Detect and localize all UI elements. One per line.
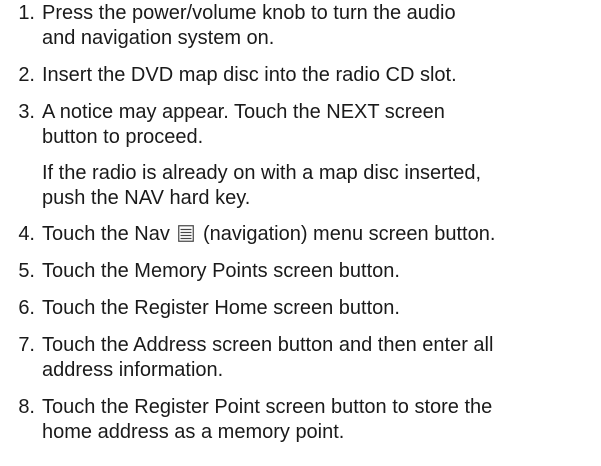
step-text-line: Touch the Address screen button and then… xyxy=(42,334,494,356)
step-8: 8. Touch the Register Point screen butto… xyxy=(0,395,601,445)
step-4: 4. Touch the Nav (navigation) menu scree… xyxy=(0,222,601,247)
step-number: 5. xyxy=(18,260,35,282)
step-3: 3. A notice may appear. Touch the NEXT s… xyxy=(0,100,601,150)
step-text: Touch the Nav (navigation) menu screen b… xyxy=(42,222,594,247)
note-text-line: If the radio is already on with a map di… xyxy=(42,162,482,184)
step-text: Touch the Address screen button and then… xyxy=(42,333,594,383)
step-text-line: address information. xyxy=(42,359,224,381)
navigation-menu-icon xyxy=(178,225,195,242)
step-1: 1. Press the power/volume knob to turn t… xyxy=(0,1,601,51)
step-text-line: Touch the Nav (navigation) menu screen b… xyxy=(42,222,594,247)
step-text-line: A notice may appear. Touch the NEXT scre… xyxy=(42,101,445,123)
step-text: Touch the Register Point screen button t… xyxy=(42,395,594,445)
step-text-line: Insert the DVD map disc into the radio C… xyxy=(42,64,457,86)
step-text: Press the power/volume knob to turn the … xyxy=(42,1,594,51)
step-text: Insert the DVD map disc into the radio C… xyxy=(42,63,594,88)
step-text: Touch the Register Home screen button. xyxy=(42,296,594,321)
step-text: A notice may appear. Touch the NEXT scre… xyxy=(42,100,594,150)
step-number: 2. xyxy=(18,64,35,86)
step-text-line: Touch the Register Point screen button t… xyxy=(42,396,493,418)
step-text-line: home address as a memory point. xyxy=(42,421,345,443)
step-number: 3. xyxy=(18,101,35,123)
step-text-line: Touch the Register Home screen button. xyxy=(42,297,400,319)
step-text-line: Press the power/volume knob to turn the … xyxy=(42,2,456,24)
step-7: 7. Touch the Address screen button and t… xyxy=(0,333,601,383)
step-number: 4. xyxy=(18,223,35,245)
step-number: 6. xyxy=(18,297,35,319)
step-text-line: and navigation system on. xyxy=(42,27,275,49)
step-text-before-icon: Touch the Nav xyxy=(42,223,170,245)
note-text-line: push the NAV hard key. xyxy=(42,187,251,209)
step-6: 6. Touch the Register Home screen button… xyxy=(0,296,601,321)
instruction-document: 1. Press the power/volume knob to turn t… xyxy=(0,0,601,466)
step-number: 7. xyxy=(18,334,35,356)
step-number: 1. xyxy=(18,2,35,24)
step-text: Touch the Memory Points screen button. xyxy=(42,259,594,284)
step-5: 5. Touch the Memory Points screen button… xyxy=(0,259,601,284)
step-text-line: Touch the Memory Points screen button. xyxy=(42,260,400,282)
step-text-line: button to proceed. xyxy=(42,126,204,148)
step-3-note: If the radio is already on with a map di… xyxy=(42,161,594,211)
step-text-after-icon: (navigation) menu screen button. xyxy=(202,223,496,245)
step-2: 2. Insert the DVD map disc into the radi… xyxy=(0,63,601,88)
step-number: 8. xyxy=(18,396,35,418)
